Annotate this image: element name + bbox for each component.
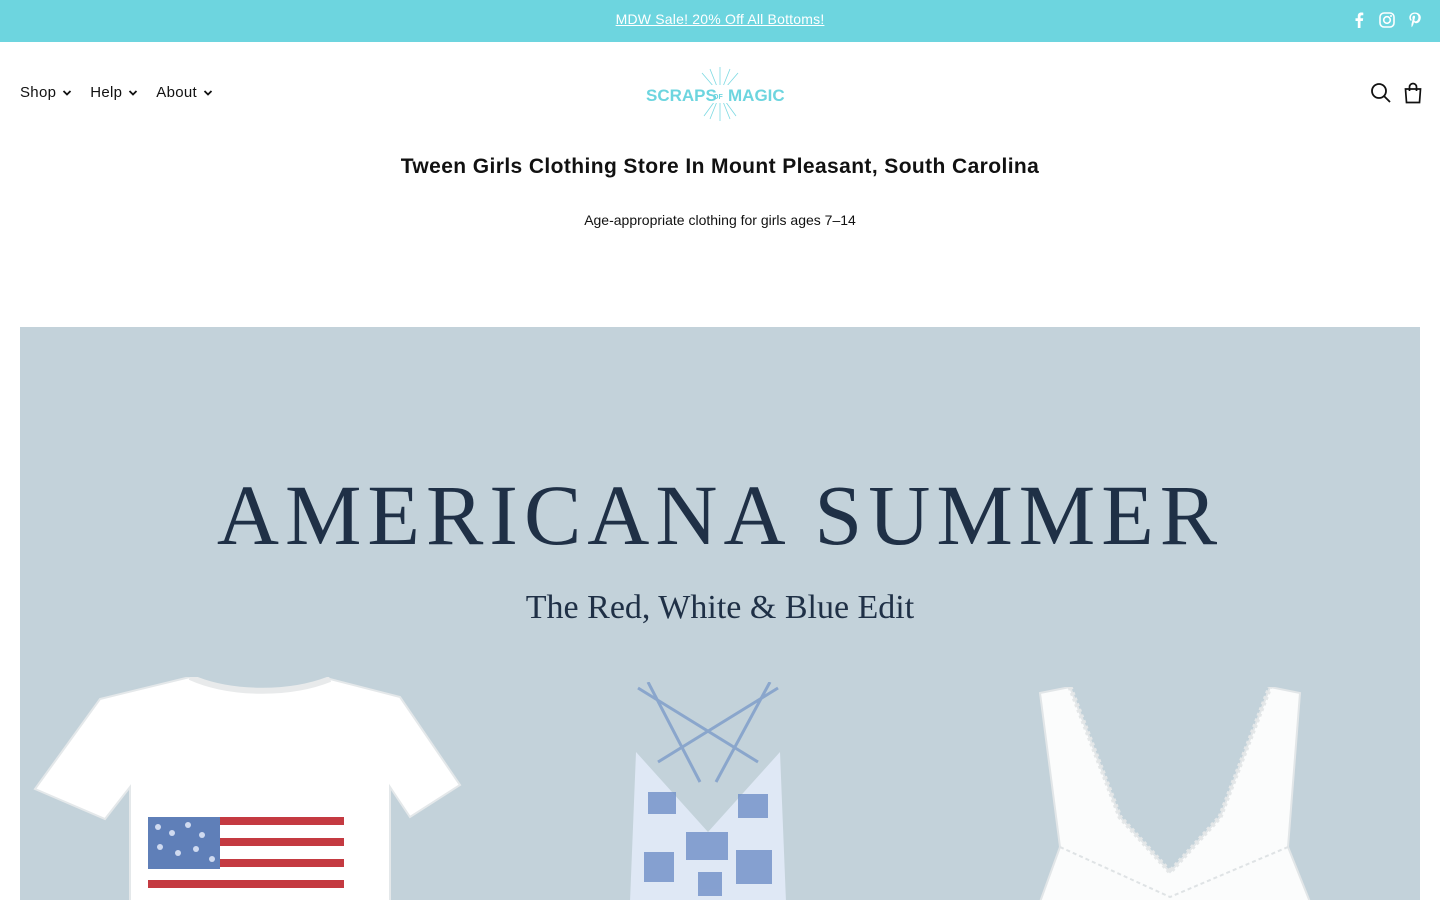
social-links bbox=[1350, 11, 1424, 29]
nav-item-about[interactable]: About bbox=[156, 84, 213, 101]
logo-text-small: OF bbox=[713, 94, 723, 101]
cart-icon[interactable] bbox=[1402, 82, 1424, 104]
patchwork-dress-image bbox=[630, 682, 786, 900]
nav-item-help[interactable]: Help bbox=[90, 84, 138, 101]
header-actions bbox=[1370, 82, 1424, 104]
announcement-link-wrap: MDW Sale! 20% Off All Bottoms! bbox=[0, 11, 1440, 27]
nav-item-label: Help bbox=[90, 84, 123, 101]
site-header: Shop Help About SCRAPS OF MAGIC bbox=[0, 42, 1440, 144]
hero-banner[interactable]: AMERICANA SUMMER The Red, White & Blue E… bbox=[20, 327, 1420, 900]
site-logo[interactable]: SCRAPS OF MAGIC bbox=[640, 66, 800, 122]
logo-text-1: SCRAPS bbox=[646, 86, 717, 105]
announcement-bar: MDW Sale! 20% Off All Bottoms! bbox=[0, 0, 1440, 42]
search-icon[interactable] bbox=[1370, 82, 1392, 104]
page-subtitle: Age-appropriate clothing for girls ages … bbox=[584, 212, 856, 228]
chevron-down-icon bbox=[203, 89, 213, 96]
nav-item-shop[interactable]: Shop bbox=[20, 84, 72, 101]
main-nav: Shop Help About bbox=[20, 84, 213, 101]
page-title: Tween Girls Clothing Store In Mount Plea… bbox=[400, 155, 1040, 178]
flag-tee-image bbox=[33, 677, 462, 900]
hero-title: AMERICANA SUMMER bbox=[216, 467, 1224, 563]
chevron-down-icon bbox=[129, 89, 138, 96]
chevron-down-icon bbox=[63, 89, 72, 96]
logo-text-2: MAGIC bbox=[728, 86, 785, 105]
announcement-link[interactable]: MDW Sale! 20% Off All Bottoms! bbox=[616, 11, 825, 27]
pinterest-icon[interactable] bbox=[1406, 11, 1424, 29]
instagram-icon[interactable] bbox=[1378, 11, 1396, 29]
nav-item-label: About bbox=[156, 84, 197, 101]
lace-dress-image bbox=[1038, 687, 1311, 900]
facebook-icon[interactable] bbox=[1350, 11, 1368, 29]
nav-item-label: Shop bbox=[20, 84, 57, 101]
hero-subtitle: The Red, White & Blue Edit bbox=[525, 589, 915, 626]
